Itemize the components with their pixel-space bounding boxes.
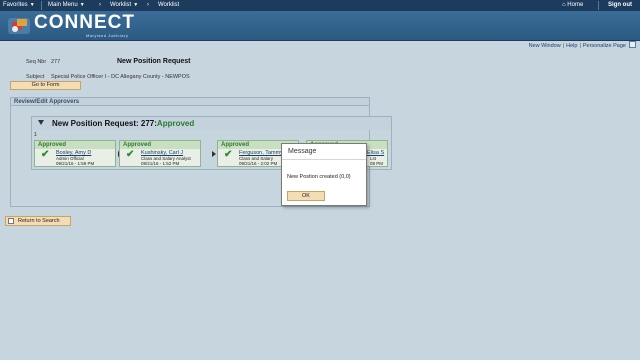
favorites-menu[interactable]: Favorites ▼ [3, 2, 35, 8]
breadcrumb-worklist[interactable]: Worklist [158, 2, 179, 8]
chevron-down-icon: ▼ [29, 2, 35, 8]
brand-name: CONNECT [34, 12, 135, 33]
breadcrumb-separator-icon: › [147, 2, 149, 8]
page-title: New Position Request [117, 58, 191, 65]
page-links: New Window | Help | Personalize Page [529, 41, 636, 49]
chevron-down-icon: ▼ [133, 2, 139, 8]
main-menu[interactable]: Main Menu ▼ [48, 2, 85, 8]
checkmark-icon: ✔ [224, 149, 233, 160]
grid-icon[interactable] [629, 41, 636, 48]
checkmark-icon: ✔ [41, 149, 50, 160]
logo-icon [8, 18, 30, 34]
dialog-message: New Postion created (0,0) [287, 174, 351, 180]
breadcrumb-separator-icon: › [99, 2, 101, 8]
approver-date: 09/21/16 - 1:52 PM [141, 161, 180, 166]
arrow-right-icon [212, 151, 216, 157]
sign-out-link[interactable]: Sign out [608, 2, 632, 8]
help-link[interactable]: Help [566, 43, 577, 49]
approver-date: 09/21/16 - 2:02 PM [239, 161, 278, 166]
nav-divider [598, 1, 599, 10]
panel-status: Approved [156, 119, 195, 128]
approval-panel-header[interactable]: New Position Request: 277:Approved [32, 117, 391, 130]
home-link[interactable]: ⌂ Home [562, 2, 583, 8]
brand-banner: CONNECT Maryland Judiciary [0, 11, 640, 41]
return-to-search-button[interactable]: Return to Search [5, 216, 71, 226]
brand-tagline: Maryland Judiciary [86, 33, 129, 38]
top-nav-bar: Favorites ▼ Main Menu ▼ › Worklist ▼ › Work… [0, 0, 640, 11]
approver-card: Approved ✔ Kushinsky, Carl J Class and S… [119, 140, 201, 167]
dialog-title: Message [282, 144, 366, 160]
new-window-link[interactable]: New Window [529, 43, 561, 49]
section-header: Review/Edit Approvers [10, 97, 370, 106]
subject-value: Special Police Officer I - DC Allegany C… [51, 74, 190, 80]
breadcrumb-worklist-menu[interactable]: Worklist ▼ [110, 2, 138, 8]
message-dialog: Message New Postion created (0,0) OK [281, 143, 367, 206]
row-number: 1 [34, 132, 37, 138]
search-list-icon [8, 218, 14, 224]
checkmark-icon: ✔ [126, 149, 135, 160]
chevron-down-icon: ▼ [79, 2, 85, 8]
nav-divider [41, 1, 42, 10]
panel-title: New Position Request: 277: [52, 119, 157, 128]
personalize-page-link[interactable]: Personalize Page [583, 43, 626, 49]
collapse-icon[interactable] [38, 120, 44, 125]
approver-date: 08 PM [370, 161, 384, 166]
subject-label: Subject [26, 74, 45, 80]
ok-button[interactable]: OK [287, 191, 325, 201]
approver-date: 09/21/16 - 1:59 PM [56, 161, 95, 166]
approver-card: Approved ✔ Bosley, Amy D Admin Official … [34, 140, 116, 167]
go-to-form-button[interactable]: Go to Form [10, 81, 81, 90]
home-icon: ⌂ [562, 2, 566, 8]
seq-value: 277 [51, 59, 61, 65]
seq-label: Seq Nbr [26, 59, 47, 65]
